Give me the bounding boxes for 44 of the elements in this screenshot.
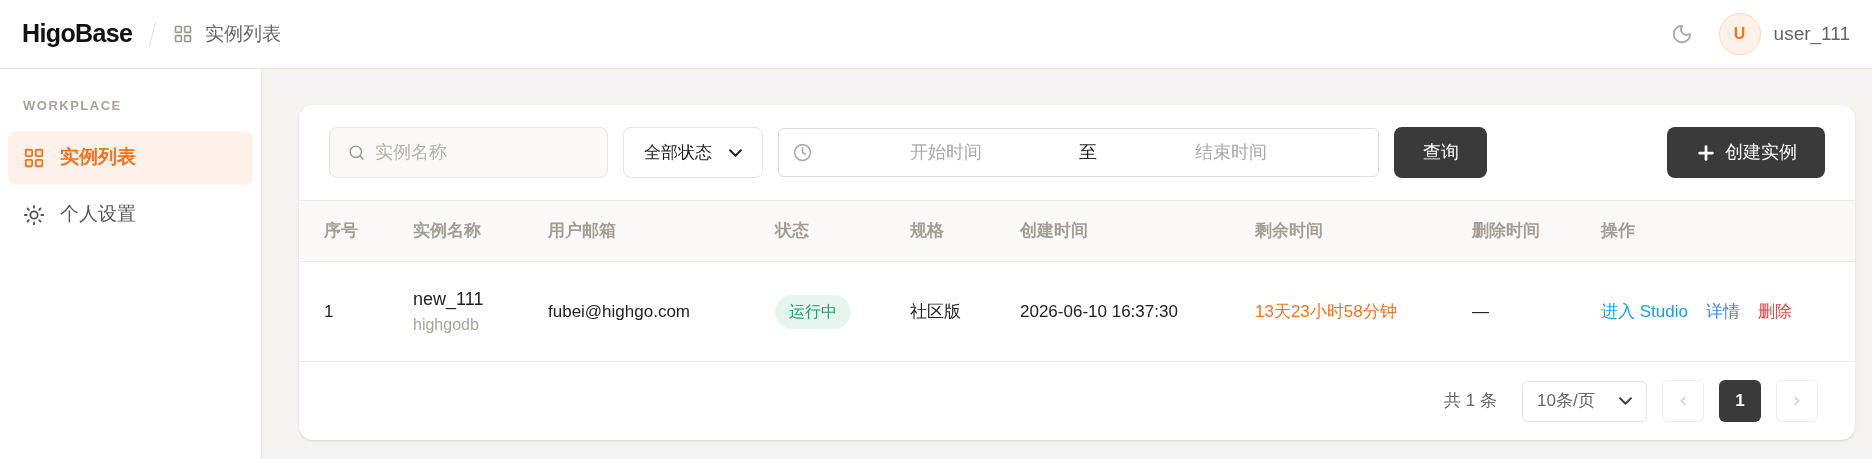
create-button[interactable]: 创建实例: [1667, 127, 1825, 178]
theme-toggle[interactable]: [1670, 23, 1693, 45]
query-button[interactable]: 查询: [1394, 127, 1487, 178]
detail-link[interactable]: 详情: [1705, 298, 1740, 325]
instance-name: new_111: [413, 288, 485, 312]
chevron-down-icon: [729, 148, 742, 157]
clock-icon: [793, 143, 812, 162]
grid-icon: [23, 146, 45, 169]
column-header: 剩余时间: [1255, 220, 1324, 243]
studio-link[interactable]: 进入 Studio: [1601, 298, 1688, 325]
database-name: highgodb: [413, 315, 480, 335]
grid-icon: [173, 24, 194, 44]
section-label: WORKPLACE: [22, 97, 123, 115]
page-size-select[interactable]: 10条/页: [1522, 380, 1647, 422]
table-cell-text: 社区版: [910, 300, 962, 323]
logo: HigoBase: [22, 18, 133, 50]
page-button[interactable]: 1: [1719, 380, 1761, 422]
username[interactable]: user_111: [1773, 19, 1850, 49]
range-separator: 至: [1079, 141, 1097, 164]
column-header: 状态: [775, 220, 810, 243]
column-header: 用户邮箱: [548, 220, 617, 243]
sidebar-item[interactable]: 个人设置: [8, 187, 253, 242]
moon-icon: [1670, 23, 1693, 45]
chevron-down-icon: [1619, 397, 1632, 405]
column-header: 操作: [1601, 220, 1636, 243]
next-page-button[interactable]: [1776, 380, 1818, 422]
status-tag: 运行中: [775, 294, 851, 329]
total-count: 共 1 条: [1444, 390, 1497, 413]
search-icon: [348, 144, 365, 161]
table-cell-text: —: [1472, 300, 1490, 323]
status-select[interactable]: 全部状态: [623, 127, 763, 178]
delete-link[interactable]: 删除: [1757, 298, 1792, 325]
breadcrumb: 实例列表: [205, 21, 282, 46]
column-header: 创建时间: [1020, 220, 1089, 243]
column-header: 序号: [324, 220, 359, 243]
gear-icon: [23, 203, 45, 226]
table-cell-text: 1: [324, 300, 335, 323]
table-cell-text: 13天23小时58分钟: [1255, 300, 1398, 323]
column-header: 删除时间: [1472, 220, 1541, 243]
column-header: 规格: [910, 220, 945, 243]
table-cell-text: 2026-06-10 16:37:30: [1020, 300, 1179, 323]
column-header: 实例名称: [413, 220, 482, 243]
table-cell-text: fubei@highgo.com: [548, 300, 691, 323]
previous-page-button[interactable]: [1662, 380, 1704, 422]
